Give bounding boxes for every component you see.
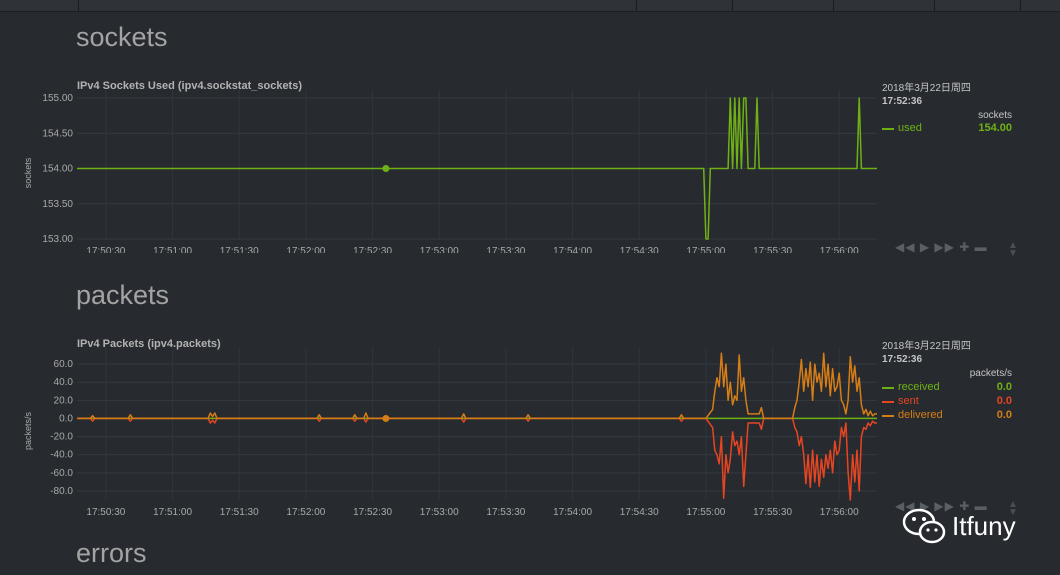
x-tick-label: 17:52:00 bbox=[286, 246, 325, 253]
y-tick-label: 155.00 bbox=[42, 93, 73, 104]
y-tick-label: 154.50 bbox=[42, 128, 73, 139]
x-tick-label: 17:50:30 bbox=[86, 507, 125, 518]
legend-swatch bbox=[882, 401, 894, 403]
chart-controls-sockets: ◀◀ ▶ ▶▶ ✚ ▬ bbox=[895, 240, 988, 254]
x-tick-label: 17:54:30 bbox=[620, 246, 659, 253]
series-line-delivered bbox=[77, 352, 877, 420]
legend-units: packets/s bbox=[969, 368, 1012, 379]
section-title-errors: errors bbox=[76, 538, 147, 568]
rewind-icon[interactable]: ◀◀ bbox=[895, 240, 915, 254]
legend-series-name: received bbox=[898, 381, 940, 393]
y-tick-label: 60.0 bbox=[54, 359, 74, 370]
legend-row-sent[interactable]: sent 0.0 bbox=[882, 395, 1012, 409]
legend-time: 17:52:36 bbox=[882, 96, 923, 107]
play-icon[interactable]: ▶ bbox=[920, 240, 930, 254]
legend-units: sockets bbox=[978, 110, 1012, 121]
legend-date: 2018年3月22日周四 bbox=[882, 83, 971, 94]
watermark-text: Itfuny bbox=[952, 511, 1016, 541]
legend-swatch bbox=[882, 415, 894, 417]
y-tick-label: 0.0 bbox=[59, 413, 73, 424]
x-tick-label: 17:55:00 bbox=[686, 507, 725, 518]
x-tick-label: 17:53:00 bbox=[420, 246, 459, 253]
zoom-out-icon[interactable]: ▬ bbox=[975, 240, 988, 254]
x-tick-label: 17:52:30 bbox=[353, 246, 392, 253]
x-tick-label: 17:53:30 bbox=[486, 246, 525, 253]
sockets-chart[interactable]: 155.00 154.50 154.00 153.50 153.00 17:50:30 17… bbox=[0, 88, 880, 253]
x-tick-label: 17:55:00 bbox=[686, 246, 725, 253]
x-tick-label: 17:54:00 bbox=[553, 246, 592, 253]
legend-series-name: delivered bbox=[898, 409, 943, 421]
x-tick-label: 17:53:00 bbox=[420, 507, 459, 518]
x-tick-label: 17:51:00 bbox=[153, 507, 192, 518]
section-title-packets: packets bbox=[76, 280, 170, 310]
x-tick-label: 17:52:30 bbox=[353, 507, 392, 518]
hover-point bbox=[382, 414, 390, 422]
x-tick-label: 17:51:30 bbox=[220, 246, 259, 253]
watermark: Itfuny bbox=[900, 505, 1040, 545]
legend-row-delivered[interactable]: delivered 0.0 bbox=[882, 409, 1012, 423]
x-tick-label: 17:54:00 bbox=[553, 507, 592, 518]
x-tick-label: 17:51:30 bbox=[220, 507, 259, 518]
wechat-icon bbox=[902, 508, 946, 544]
toolbar-divider bbox=[833, 0, 834, 11]
y-tick-label: 20.0 bbox=[54, 395, 74, 406]
legend-series-name: sent bbox=[898, 395, 919, 407]
toolbar-divider bbox=[78, 0, 79, 11]
forward-icon[interactable]: ▶▶ bbox=[934, 240, 954, 254]
y-tick-label: 153.00 bbox=[42, 234, 73, 245]
y-tick-label: -80.0 bbox=[50, 486, 73, 497]
legend-swatch bbox=[882, 387, 894, 389]
series-line-sent bbox=[77, 417, 877, 501]
hover-point bbox=[382, 165, 390, 172]
x-tick-label: 17:52:00 bbox=[286, 507, 325, 518]
zoom-in-icon[interactable]: ✚ bbox=[959, 240, 970, 254]
x-tick-label: 17:50:30 bbox=[86, 246, 125, 253]
packets-chart[interactable]: 60.0 40.0 20.0 0.0 -20.0 -40.0 -60.0 -80.0 17:50… bbox=[0, 345, 880, 520]
toolbar-divider bbox=[1020, 0, 1021, 11]
legend-series-value: 0.0 bbox=[996, 409, 1012, 421]
legend-series-value: 0.0 bbox=[996, 381, 1012, 393]
legend-packets: 2018年3月22日周四 17:52:36 packets/s received… bbox=[882, 340, 1022, 430]
x-tick-label: 17:55:30 bbox=[753, 507, 792, 518]
legend-row-received[interactable]: received 0.0 bbox=[882, 381, 1012, 395]
y-tick-label: -20.0 bbox=[50, 432, 73, 443]
x-tick-label: 17:56:00 bbox=[820, 246, 859, 253]
resize-handle-icon[interactable]: ▲ ▼ bbox=[1008, 241, 1018, 259]
x-tick-label: 17:55:30 bbox=[753, 246, 792, 253]
legend-sockets: 2018年3月22日周四 17:52:36 sockets used 154.0… bbox=[882, 82, 1022, 142]
legend-series-value: 0.0 bbox=[996, 395, 1012, 407]
legend-date: 2018年3月22日周四 bbox=[882, 341, 971, 352]
y-tick-label: -60.0 bbox=[50, 468, 73, 479]
y-tick-label: 40.0 bbox=[54, 377, 74, 388]
x-tick-label: 17:56:00 bbox=[820, 507, 859, 518]
x-tick-label: 17:54:30 bbox=[620, 507, 659, 518]
top-toolbar bbox=[0, 0, 1060, 12]
toolbar-divider bbox=[636, 0, 637, 11]
legend-time: 17:52:36 bbox=[882, 354, 923, 365]
toolbar-divider bbox=[934, 0, 935, 11]
legend-series-name: used bbox=[898, 122, 922, 134]
toolbar-divider bbox=[732, 0, 733, 11]
x-tick-label: 17:51:00 bbox=[153, 246, 192, 253]
y-tick-label: -40.0 bbox=[50, 450, 73, 461]
legend-row-used[interactable]: used 154.00 bbox=[882, 122, 1012, 136]
legend-series-value: 154.00 bbox=[978, 122, 1012, 134]
legend-swatch bbox=[882, 128, 894, 130]
section-title-sockets: sockets bbox=[76, 22, 168, 52]
x-tick-label: 17:53:30 bbox=[486, 507, 525, 518]
y-tick-label: 154.00 bbox=[42, 164, 73, 175]
y-tick-label: 153.50 bbox=[42, 199, 73, 210]
